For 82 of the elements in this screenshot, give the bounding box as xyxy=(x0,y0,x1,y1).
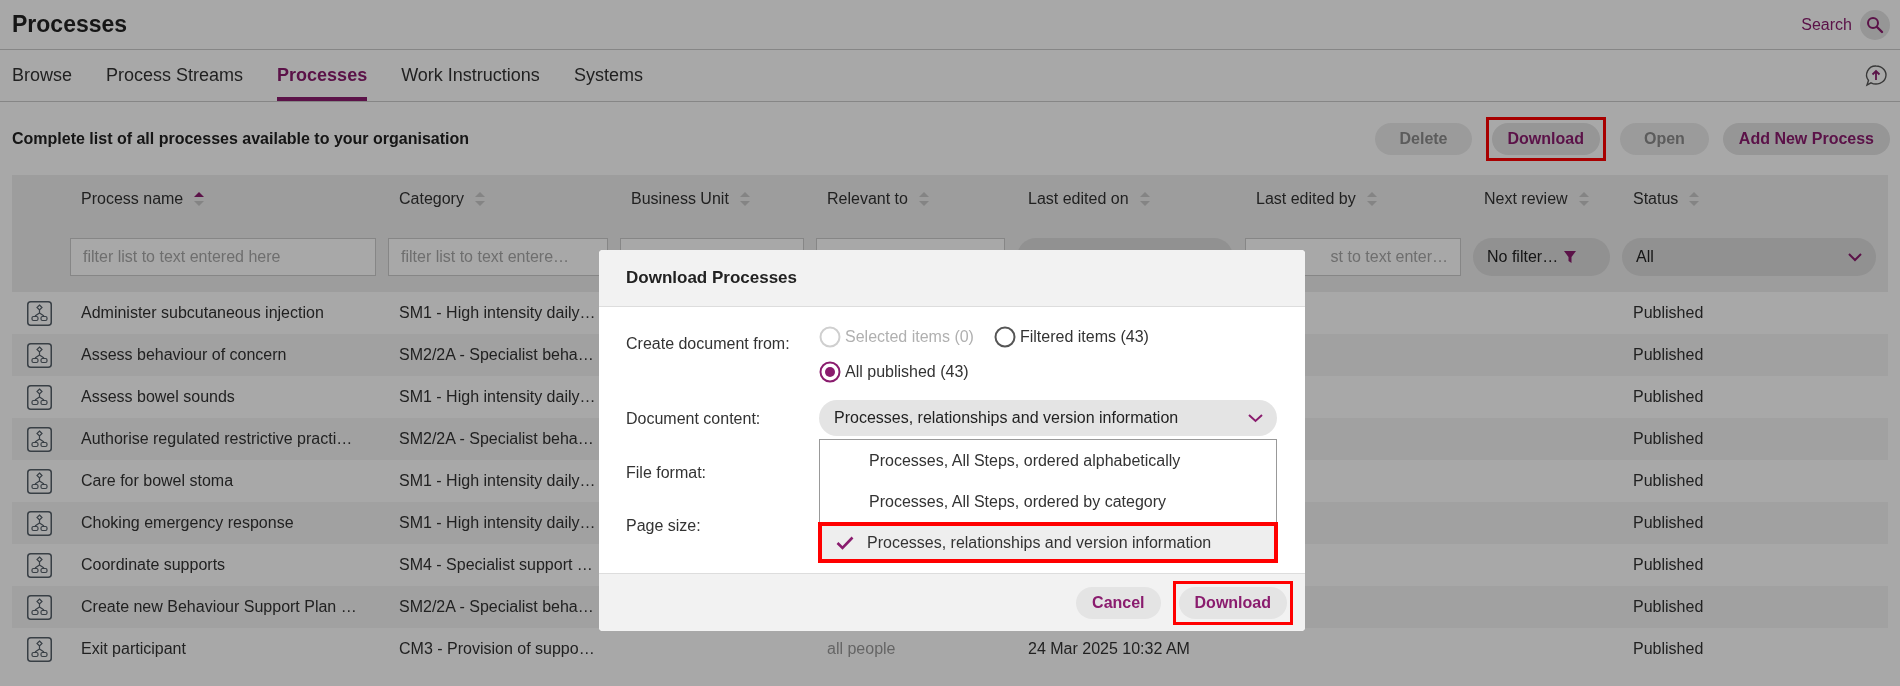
column-header[interactable]: Category xyxy=(399,189,464,208)
column-header[interactable]: Next review xyxy=(1484,189,1568,208)
table-cell: 24 Mar 2025 10:32 AM xyxy=(1028,640,1190,657)
table-cell: Published xyxy=(1633,304,1704,321)
nav-tab[interactable]: Systems xyxy=(573,50,643,101)
process-diagram-icon[interactable] xyxy=(27,594,52,620)
nav-tab[interactable]: Browse xyxy=(12,50,73,101)
table-cell: SM1 - High intensity daily… xyxy=(399,304,596,321)
nav-tab[interactable]: Processes xyxy=(277,50,368,101)
dialog-button[interactable]: Download xyxy=(1178,586,1287,619)
page-description: Complete list of all processes available to your organisation xyxy=(12,129,469,148)
table-cell: Assess bowel sounds xyxy=(81,388,235,405)
table-cell: SM1 - High intensity daily… xyxy=(399,514,596,531)
filter-field[interactable]: filter list to text entere… xyxy=(388,238,608,276)
search-icon[interactable] xyxy=(1860,9,1890,40)
field-label: Page size: xyxy=(626,516,702,535)
search-link[interactable]: Search xyxy=(1801,15,1852,34)
chevron-down-icon xyxy=(1248,413,1263,423)
field-label: Document content: xyxy=(626,409,762,428)
column-header[interactable]: Last edited by xyxy=(1256,189,1356,208)
filter-field[interactable]: filter list to text entered here xyxy=(70,238,376,276)
content-select[interactable]: Processes, relationships and version information xyxy=(819,400,1277,436)
chevron-down-icon xyxy=(1848,252,1862,262)
table-cell: SM2/2A - Specialist beha… xyxy=(399,598,594,615)
table-cell: Administer subcutaneous injection xyxy=(81,304,324,321)
column-header[interactable]: Process name xyxy=(81,189,184,208)
table-cell: Published xyxy=(1633,514,1704,531)
table-cell: Care for bowel stoma xyxy=(81,472,234,489)
nav-tab[interactable]: Process Streams xyxy=(106,50,244,101)
field-label: Create document from: xyxy=(626,334,791,353)
check-icon xyxy=(836,535,854,550)
upload-bubble-icon[interactable] xyxy=(1864,63,1888,88)
table-cell: Published xyxy=(1633,640,1704,657)
radio-option[interactable]: Filtered items (43) xyxy=(993,326,1149,348)
table-cell: Choking emergency response xyxy=(81,514,294,531)
review-filter[interactable]: No filter… xyxy=(1473,238,1610,276)
column-header[interactable]: Business Unit xyxy=(631,189,729,208)
page-title: Processes xyxy=(12,11,128,38)
process-diagram-icon[interactable] xyxy=(27,426,52,452)
table-cell: Authorise regulated restrictive practi… xyxy=(81,430,353,447)
table-cell: SM2/2A - Specialist beha… xyxy=(399,346,594,363)
dialog-button[interactable]: Cancel xyxy=(1076,586,1161,619)
table-cell: Exit participant xyxy=(81,640,186,657)
table-cell: CM3 - Provision of suppo… xyxy=(399,640,595,657)
radio-icon[interactable] xyxy=(819,361,841,383)
field-label: File format: xyxy=(626,463,707,482)
table-cell: Published xyxy=(1633,388,1704,405)
table-cell: Published xyxy=(1633,598,1704,615)
process-diagram-icon[interactable] xyxy=(27,300,52,326)
table-cell: SM2/2A - Specialist beha… xyxy=(399,430,594,447)
table-cell: Assess behaviour of concern xyxy=(81,346,287,363)
dialog-title: Download Processes xyxy=(626,268,797,288)
radio-option[interactable]: All published (43) xyxy=(819,361,1278,383)
table-cell: Published xyxy=(1633,556,1704,573)
process-diagram-icon[interactable] xyxy=(27,552,52,578)
table-cell: SM1 - High intensity daily… xyxy=(399,388,596,405)
process-diagram-icon[interactable] xyxy=(27,510,52,536)
column-header[interactable]: Relevant to xyxy=(827,189,908,208)
radio-icon[interactable] xyxy=(993,326,1016,348)
process-diagram-icon[interactable] xyxy=(27,468,52,494)
table-cell: Coordinate supports xyxy=(81,556,226,573)
table-cell: SM4 - Specialist support … xyxy=(399,556,593,573)
column-header[interactable]: Status xyxy=(1633,189,1679,208)
column-header[interactable]: Last edited on xyxy=(1028,189,1129,208)
toolbar-button[interactable]: Download xyxy=(1491,122,1600,155)
process-diagram-icon[interactable] xyxy=(27,342,52,368)
table-cell: Published xyxy=(1633,346,1704,363)
toolbar-button[interactable]: Add New Process xyxy=(1722,122,1890,155)
table-cell: all people xyxy=(827,640,896,657)
table-cell: SM1 - High intensity daily… xyxy=(399,472,596,489)
dropdown-option[interactable]: Processes, relationships and version information xyxy=(818,522,1278,563)
dropdown-option[interactable]: Processes, All Steps, ordered alphabetically xyxy=(820,440,1276,481)
nav-tab[interactable]: Work Instructions xyxy=(401,50,540,101)
dropdown-option[interactable]: Processes, All Steps, ordered by category xyxy=(820,481,1276,522)
process-diagram-icon[interactable] xyxy=(27,384,52,410)
table-cell: Published xyxy=(1633,430,1704,447)
filter-icon xyxy=(1564,251,1577,263)
status-filter[interactable]: All xyxy=(1622,238,1876,276)
process-diagram-icon[interactable] xyxy=(27,636,52,662)
table-cell: Published xyxy=(1633,472,1704,489)
table-cell: Create new Behaviour Support Plan … xyxy=(81,598,357,615)
sort-icon[interactable] xyxy=(193,189,206,208)
